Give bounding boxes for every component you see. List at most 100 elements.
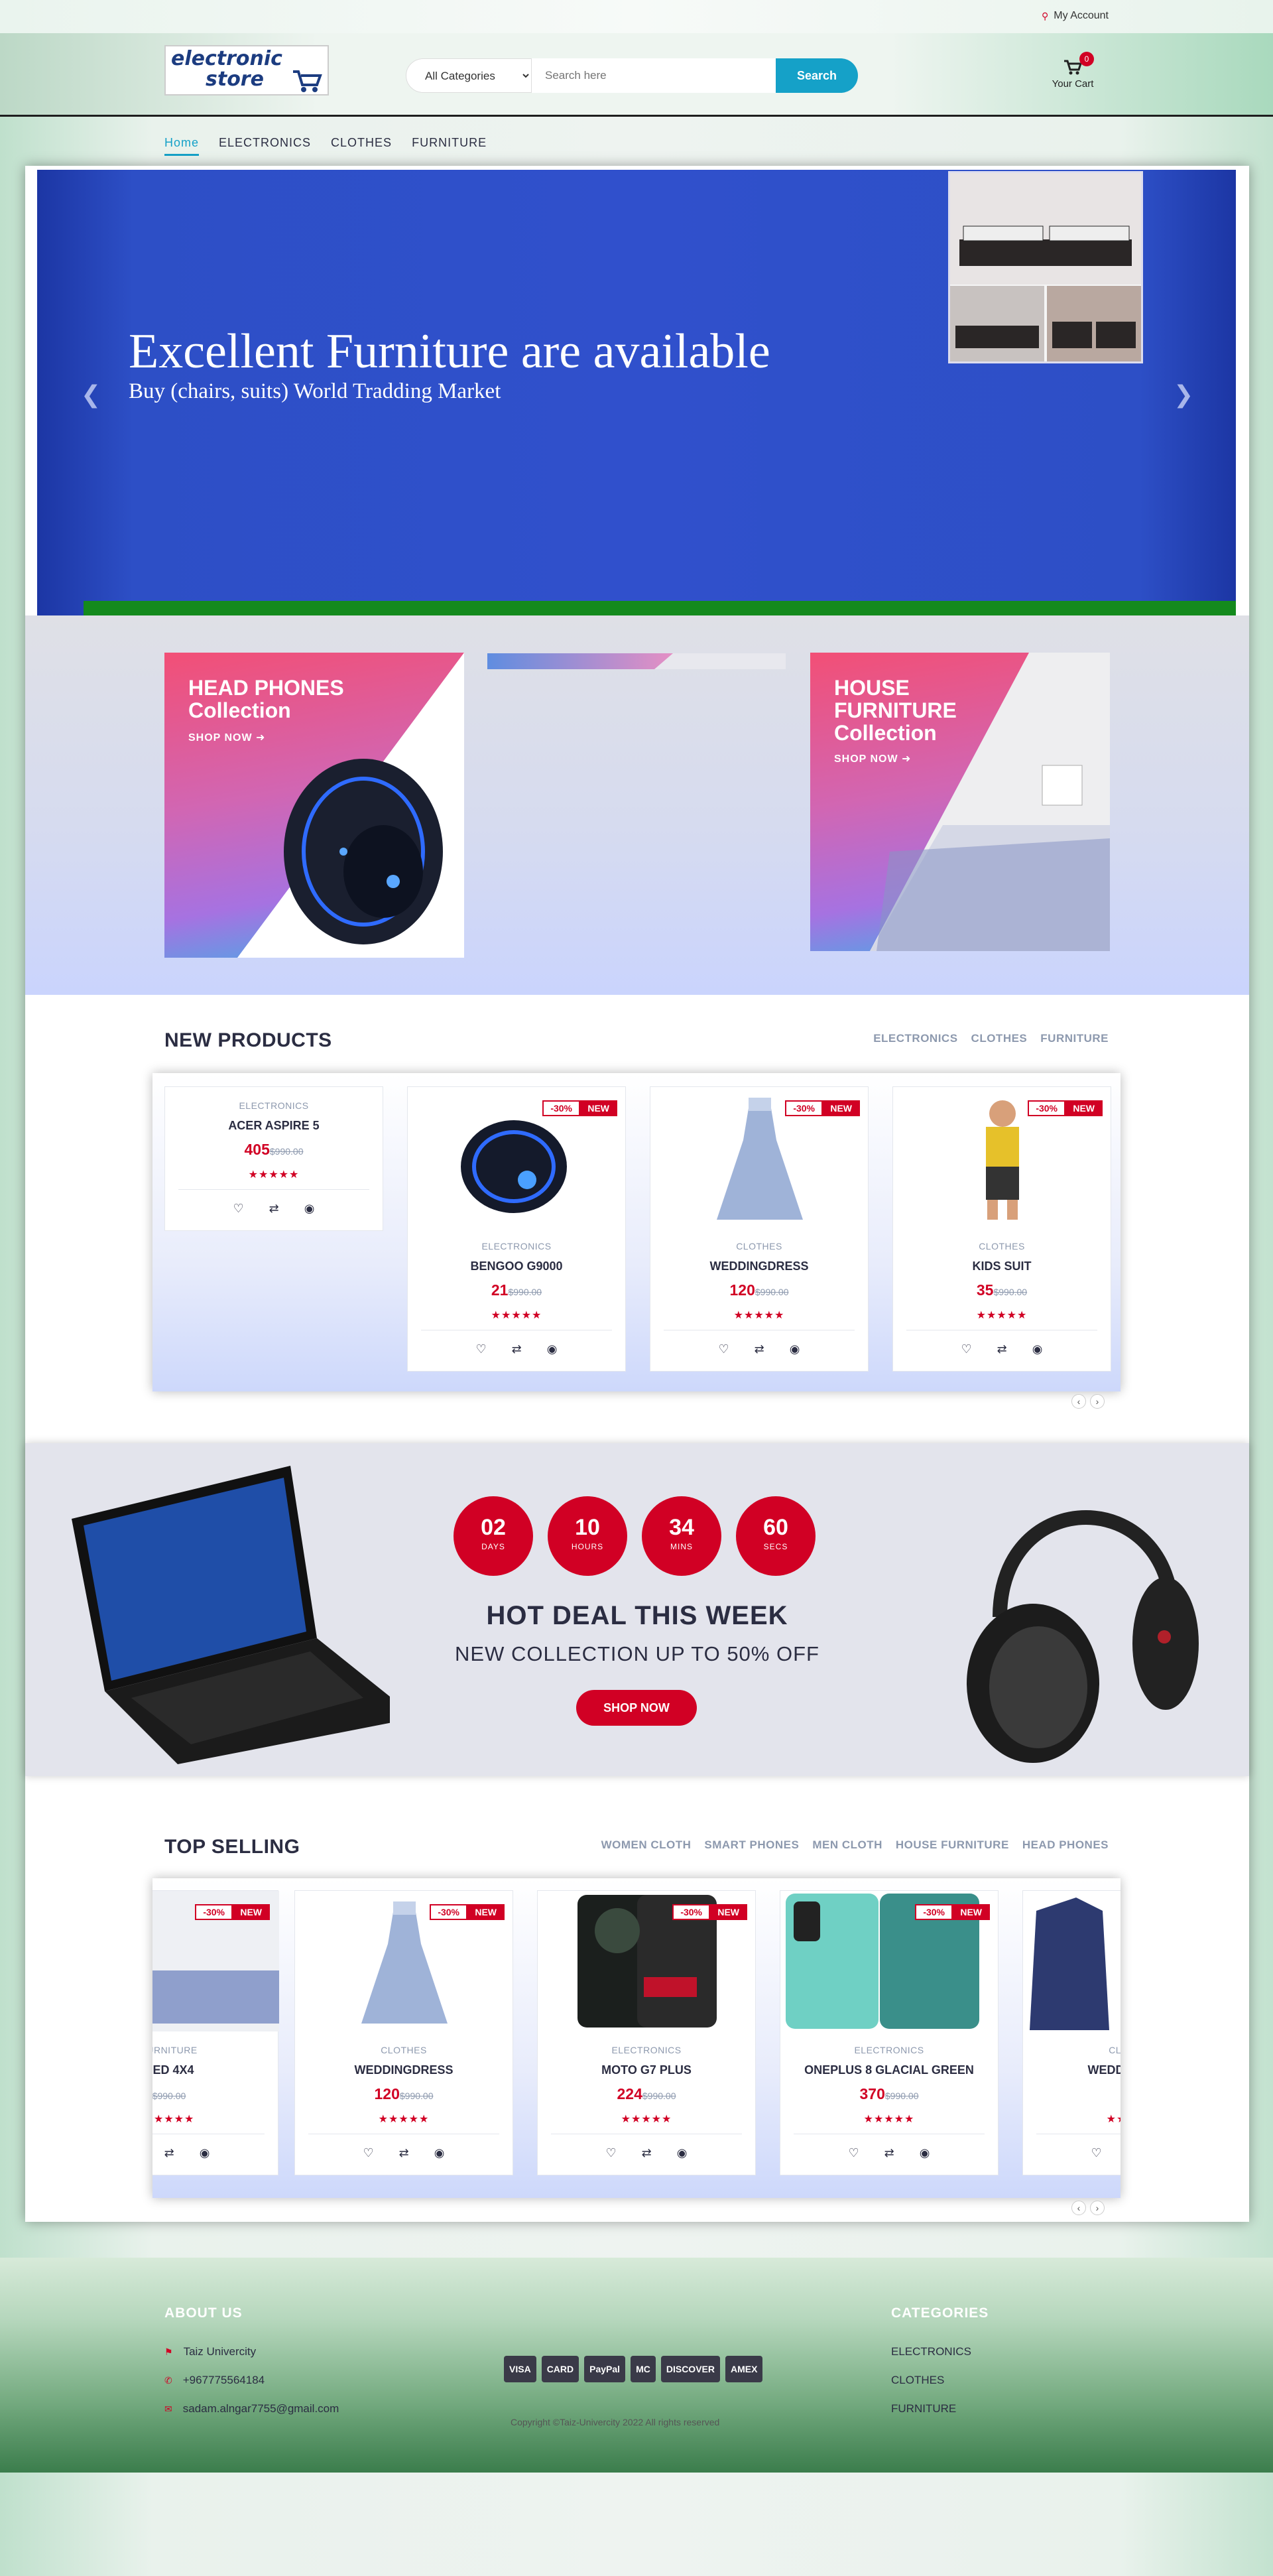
logo[interactable]: electronic store bbox=[164, 45, 329, 96]
quick-view-eye-icon[interactable]: ◉ bbox=[304, 1202, 315, 1216]
top-selling-pager: ‹ › bbox=[1071, 2201, 1105, 2215]
category-select[interactable]: All Categories bbox=[406, 58, 532, 93]
next-arrow-icon[interactable]: › bbox=[1090, 2201, 1105, 2215]
quick-view-eye-icon[interactable]: ◉ bbox=[677, 2146, 688, 2160]
wishlist-heart-icon[interactable]: ♡ bbox=[1091, 2146, 1102, 2160]
footer-category-clothes[interactable]: CLOTHES bbox=[891, 2374, 944, 2387]
search-input[interactable] bbox=[532, 58, 776, 93]
product-name: BED 4X4 bbox=[152, 2063, 194, 2077]
wishlist-heart-icon[interactable]: ♡ bbox=[363, 2146, 374, 2160]
footer-category-electronics[interactable]: ELECTRONICS bbox=[891, 2345, 971, 2358]
new-products-title: NEW PRODUCTS bbox=[164, 1029, 332, 1051]
top-bar: ⚲ My Account bbox=[0, 0, 1273, 33]
product-price: $990.00 bbox=[152, 2091, 186, 2101]
product-price: 80 bbox=[1023, 2085, 1121, 2103]
wishlist-heart-icon[interactable]: ♡ bbox=[606, 2146, 617, 2160]
nav-home[interactable]: Home bbox=[164, 136, 200, 156]
next-arrow-icon[interactable]: › bbox=[1090, 1394, 1105, 1409]
cart-icon bbox=[1064, 60, 1083, 75]
compare-icon[interactable]: ⇄ bbox=[642, 2146, 652, 2160]
footer-email[interactable]: ✉ sadam.alngar7755@gmail.com bbox=[164, 2402, 339, 2415]
tab-women-cloth[interactable]: WOMEN CLOTH bbox=[601, 1838, 692, 1852]
tab-furniture[interactable]: FURNITURE bbox=[1040, 1032, 1109, 1045]
sale-badge: -30% bbox=[785, 1100, 823, 1116]
footer-about-title: ABOUT US bbox=[164, 2305, 243, 2321]
product-name: BENGOO G9000 bbox=[470, 1259, 563, 1273]
sale-badge: -30% bbox=[1028, 1100, 1065, 1116]
product-card[interactable]: -30%NEW FURNITURE BED 4X4 $990.00 ★★★★★ … bbox=[152, 1890, 279, 2175]
quick-view-eye-icon[interactable]: ◉ bbox=[547, 1342, 558, 1356]
quick-view-eye-icon[interactable]: ◉ bbox=[434, 2146, 445, 2160]
hero-prev-arrow-icon[interactable]: ❮ bbox=[81, 381, 101, 409]
compare-icon[interactable]: ⇄ bbox=[512, 1342, 522, 1356]
deal-shop-now-button[interactable]: SHOP NOW bbox=[576, 1690, 697, 1726]
tab-clothes[interactable]: CLOTHES bbox=[971, 1032, 1028, 1045]
wishlist-heart-icon[interactable]: ♡ bbox=[476, 1342, 487, 1356]
product-card[interactable]: -30% NEW ELECTRONICS ONEPLUS 8 GLACIAL GR… bbox=[780, 1890, 999, 2175]
new-badge: NEW bbox=[579, 1100, 617, 1116]
nav-electronics[interactable]: ELECTRONICS bbox=[219, 136, 311, 156]
tab-smart-phones[interactable]: SMART PHONES bbox=[704, 1838, 799, 1852]
tab-men-cloth[interactable]: MEN CLOTH bbox=[812, 1838, 882, 1852]
quick-view-eye-icon[interactable]: ◉ bbox=[920, 2146, 930, 2160]
top-selling-slider: -30%NEW FURNITURE BED 4X4 $990.00 ★★★★★ … bbox=[152, 1878, 1121, 2198]
prev-arrow-icon[interactable]: ‹ bbox=[1071, 1394, 1086, 1409]
compare-icon[interactable]: ⇄ bbox=[884, 2146, 894, 2160]
compare-icon[interactable]: ⇄ bbox=[755, 1342, 764, 1356]
footer-category-furniture[interactable]: FURNITURE bbox=[891, 2402, 956, 2415]
rating-stars: ★★★★★ bbox=[664, 1309, 855, 1330]
hero-next-arrow-icon[interactable]: ❯ bbox=[1174, 381, 1193, 409]
nav-clothes[interactable]: CLOTHES bbox=[331, 136, 392, 156]
headphones-collection-banner[interactable]: HEAD PHONES Collection SHOP NOW ➜ bbox=[164, 653, 464, 958]
cart-button[interactable]: 0 Your Cart bbox=[1046, 52, 1099, 90]
tab-head-phones[interactable]: HEAD PHONES bbox=[1022, 1838, 1109, 1852]
phone-icon: ✆ bbox=[164, 2374, 172, 2386]
product-category: ELECTRONICS bbox=[239, 1100, 309, 1111]
new-badge: NEW bbox=[467, 1904, 505, 1920]
wishlist-heart-icon[interactable]: ♡ bbox=[719, 1342, 729, 1356]
top-selling-tabs: WOMEN CLOTH SMART PHONES MEN CLOTH HOUSE… bbox=[601, 1838, 1109, 1852]
compare-icon[interactable]: ⇄ bbox=[269, 1202, 279, 1216]
search-button[interactable]: Search bbox=[776, 58, 858, 93]
product-card[interactable]: ELECTRONICS ACER ASPIRE 5 405$990.00 ★★★… bbox=[164, 1086, 383, 1231]
footer-phone[interactable]: ✆ +967775564184 bbox=[164, 2374, 265, 2387]
wishlist-heart-icon[interactable]: ♡ bbox=[233, 1202, 244, 1216]
product-card[interactable]: -30% NEW ELECTRONICS MOTO G7 PLUS 224$990… bbox=[537, 1890, 756, 2175]
product-name: ACER ASPIRE 5 bbox=[228, 1119, 320, 1132]
wishlist-heart-icon[interactable]: ♡ bbox=[849, 2146, 859, 2160]
product-card[interactable]: -30% NEW CLOTHES WEDDINGDRESS 120$990.00 … bbox=[650, 1086, 869, 1372]
compare-icon[interactable]: ⇄ bbox=[164, 2146, 174, 2160]
product-name: WEDDING SUIT bbox=[1087, 2063, 1121, 2077]
countdown-days: 02 DAYS bbox=[454, 1496, 533, 1576]
product-name: MOTO G7 PLUS bbox=[601, 2063, 692, 2077]
rating-stars: ★★★★★ bbox=[1036, 2112, 1121, 2134]
product-name: WEDDINGDRESS bbox=[709, 1259, 809, 1273]
hero-subtitle: Buy (chairs, suits) World Tradding Marke… bbox=[129, 379, 501, 403]
new-products-pager: ‹ › bbox=[1071, 1394, 1105, 1409]
prev-arrow-icon[interactable]: ‹ bbox=[1071, 2201, 1086, 2215]
tab-electronics[interactable]: ELECTRONICS bbox=[873, 1032, 957, 1045]
tab-house-furniture[interactable]: HOUSE FURNITURE bbox=[896, 1838, 1009, 1852]
quick-view-eye-icon[interactable]: ◉ bbox=[1032, 1342, 1043, 1356]
my-account-link[interactable]: ⚲ My Account bbox=[1042, 10, 1109, 22]
furniture-collection-banner[interactable]: HOUSE FURNITURE Collection SHOP NOW ➜ bbox=[810, 653, 1110, 951]
quick-view-eye-icon[interactable]: ◉ bbox=[200, 2146, 210, 2160]
mastercard-icon: MC bbox=[631, 2356, 656, 2382]
product-card[interactable]: -30% NEW ELECTRONICS BENGOO G9000 21$990.… bbox=[407, 1086, 626, 1372]
hero-title: Excellent Furniture are available bbox=[129, 324, 770, 379]
compare-icon[interactable]: ⇄ bbox=[399, 2146, 409, 2160]
product-price: 224$990.00 bbox=[617, 2085, 676, 2102]
banner-headphones-shop-link[interactable]: SHOP NOW ➜ bbox=[188, 731, 265, 744]
my-account-label: My Account bbox=[1054, 10, 1109, 21]
nav-furniture[interactable]: FURNITURE bbox=[412, 136, 487, 156]
product-price: 120$990.00 bbox=[729, 1281, 789, 1299]
rating-stars: ★★★★★ bbox=[178, 1168, 369, 1190]
product-card[interactable]: CLOTHES WEDDING SUIT 80 ★★★★★ ♡⇄◉ bbox=[1022, 1890, 1121, 2175]
rating-stars: ★★★★★ bbox=[906, 1309, 1097, 1330]
banner-furniture-shop-link[interactable]: SHOP NOW ➜ bbox=[834, 752, 911, 765]
compare-icon[interactable]: ⇄ bbox=[997, 1342, 1007, 1356]
product-card[interactable]: -30% NEW CLOTHES WEDDINGDRESS 120$990.00 … bbox=[294, 1890, 513, 2175]
wishlist-heart-icon[interactable]: ♡ bbox=[961, 1342, 972, 1356]
quick-view-eye-icon[interactable]: ◉ bbox=[790, 1342, 800, 1356]
product-card[interactable]: -30% NEW CLOTHES KIDS SUIT 35$990.00 ★★★★… bbox=[892, 1086, 1111, 1372]
